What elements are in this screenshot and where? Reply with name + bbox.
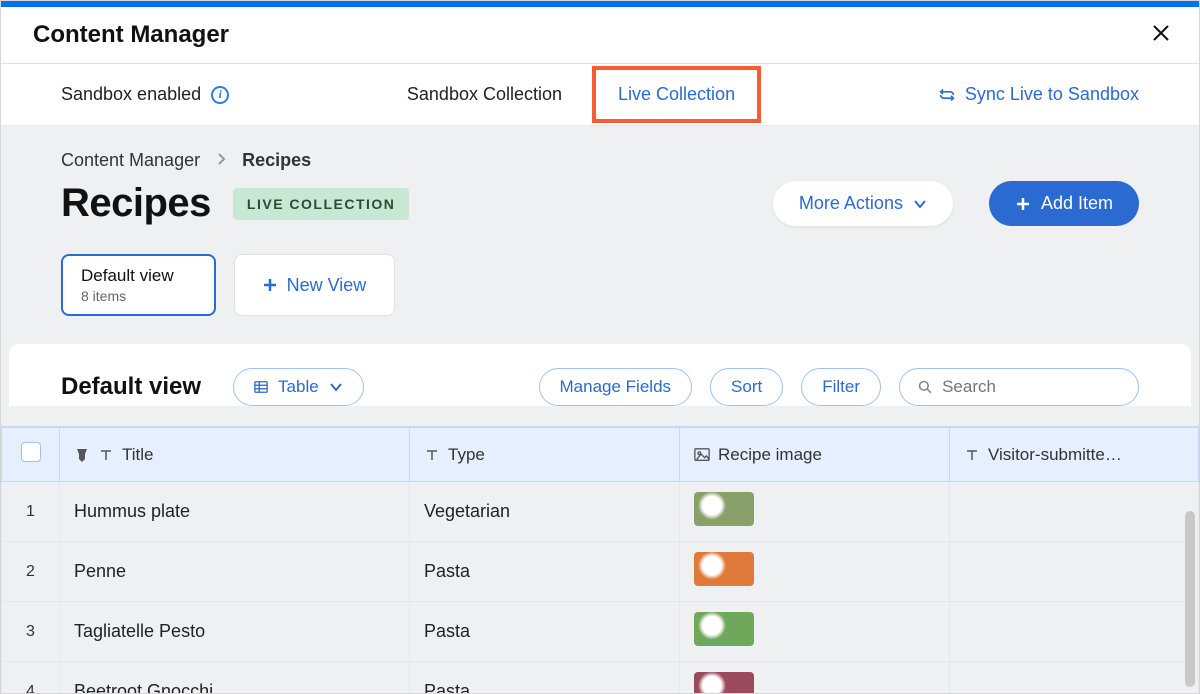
column-image-label: Recipe image: [718, 445, 822, 465]
app-title: Content Manager: [33, 21, 229, 49]
column-header-title[interactable]: Title: [60, 428, 410, 482]
search-icon: [918, 379, 932, 395]
scrollbar[interactable]: [1185, 511, 1195, 687]
pin-icon: [74, 447, 90, 463]
add-item-button[interactable]: Add Item: [989, 181, 1139, 226]
column-type-label: Type: [448, 445, 485, 465]
sandbox-status: Sandbox enabled i: [61, 84, 229, 105]
cell-title[interactable]: Penne: [60, 542, 410, 602]
sync-live-to-sandbox[interactable]: Sync Live to Sandbox: [939, 84, 1139, 105]
table-row[interactable]: 4Beetroot GnocchiPasta: [2, 662, 1199, 694]
plus-icon: [263, 278, 277, 292]
recipe-thumbnail: [694, 672, 754, 694]
select-all-checkbox[interactable]: [21, 442, 41, 462]
tab-sandbox-collection[interactable]: Sandbox Collection: [407, 84, 562, 105]
view-chip-default[interactable]: Default view 8 items: [61, 254, 216, 316]
row-number: 1: [2, 482, 60, 542]
search-field[interactable]: [899, 368, 1139, 406]
close-icon: [1151, 23, 1171, 43]
subheader: Sandbox enabled i Sandbox Collection Liv…: [1, 64, 1199, 126]
sync-icon: [939, 87, 955, 103]
cell-recipe-image[interactable]: [680, 602, 950, 662]
recipe-thumbnail: [694, 552, 754, 586]
text-field-icon: [424, 447, 440, 463]
info-icon[interactable]: i: [211, 86, 229, 104]
live-collection-badge: LIVE COLLECTION: [233, 188, 410, 220]
app-header: Content Manager: [1, 7, 1199, 64]
more-actions-button[interactable]: More Actions: [773, 181, 953, 226]
chevron-down-icon: [329, 380, 343, 394]
column-visitor-label: Visitor-submitte…: [988, 445, 1122, 465]
cell-recipe-image[interactable]: [680, 662, 950, 694]
manage-fields-button[interactable]: Manage Fields: [539, 368, 693, 406]
sandbox-status-text: Sandbox enabled: [61, 84, 201, 105]
column-title-label: Title: [122, 445, 154, 465]
plus-icon: [1015, 196, 1031, 212]
cell-visitor-submitted[interactable]: [950, 542, 1199, 602]
sync-label: Sync Live to Sandbox: [965, 84, 1139, 105]
view-title: Default view: [61, 373, 201, 401]
search-input[interactable]: [942, 377, 1120, 397]
view-toolbar: Default view Table Manage Fields Sort Fi…: [61, 368, 1139, 406]
text-field-icon: [964, 447, 980, 463]
column-header-type[interactable]: Type: [410, 428, 680, 482]
new-view-button[interactable]: New View: [234, 254, 396, 316]
page-title: Recipes: [61, 181, 211, 226]
view-mode-select[interactable]: Table: [233, 368, 364, 406]
table-row[interactable]: 1Hummus plateVegetarian: [2, 482, 1199, 542]
chevron-right-icon: [216, 150, 226, 171]
add-item-label: Add Item: [1041, 193, 1113, 214]
cell-type[interactable]: Pasta: [410, 602, 680, 662]
view-mode-label: Table: [278, 377, 319, 397]
sort-button[interactable]: Sort: [710, 368, 783, 406]
view-chip-count: 8 items: [81, 288, 174, 304]
recipe-thumbnail: [694, 492, 754, 526]
table-row[interactable]: 3Tagliatelle PestoPasta: [2, 602, 1199, 662]
filter-button[interactable]: Filter: [801, 368, 881, 406]
cell-title[interactable]: Hummus plate: [60, 482, 410, 542]
content-panel: Default view Table Manage Fields Sort Fi…: [9, 344, 1191, 406]
row-number: 2: [2, 542, 60, 602]
views-row: Default view 8 items New View: [61, 254, 1139, 316]
chevron-down-icon: [913, 197, 927, 211]
cell-type[interactable]: Pasta: [410, 662, 680, 694]
data-table: Title Type Recipe image: [1, 426, 1199, 694]
text-field-icon: [98, 447, 114, 463]
view-chip-name: Default view: [81, 266, 174, 286]
cell-visitor-submitted[interactable]: [950, 662, 1199, 694]
recipe-thumbnail: [694, 612, 754, 646]
row-number: 4: [2, 662, 60, 694]
close-button[interactable]: [1151, 23, 1171, 48]
collection-tabs: Sandbox Collection Live Collection: [229, 66, 939, 123]
breadcrumb-root[interactable]: Content Manager: [61, 150, 200, 171]
cell-visitor-submitted[interactable]: [950, 482, 1199, 542]
image-icon: [694, 447, 710, 463]
cell-title[interactable]: Beetroot Gnocchi: [60, 662, 410, 694]
cell-recipe-image[interactable]: [680, 542, 950, 602]
title-bar: Recipes LIVE COLLECTION More Actions Add…: [61, 181, 1139, 226]
tab-live-collection[interactable]: Live Collection: [592, 66, 761, 123]
cell-recipe-image[interactable]: [680, 482, 950, 542]
row-number: 3: [2, 602, 60, 662]
table-row[interactable]: 2PennePasta: [2, 542, 1199, 602]
table-icon: [254, 380, 268, 394]
breadcrumb-current: Recipes: [242, 150, 311, 171]
column-header-recipe-image[interactable]: Recipe image: [680, 428, 950, 482]
new-view-label: New View: [287, 275, 367, 296]
cell-title[interactable]: Tagliatelle Pesto: [60, 602, 410, 662]
column-header-visitor-submitted[interactable]: Visitor-submitte…: [950, 428, 1199, 482]
cell-type[interactable]: Pasta: [410, 542, 680, 602]
more-actions-label: More Actions: [799, 193, 903, 214]
column-header-checkbox[interactable]: [2, 428, 60, 482]
cell-visitor-submitted[interactable]: [950, 602, 1199, 662]
cell-type[interactable]: Vegetarian: [410, 482, 680, 542]
breadcrumb: Content Manager Recipes: [61, 150, 1139, 171]
body: Content Manager Recipes Recipes LIVE COL…: [1, 126, 1199, 694]
